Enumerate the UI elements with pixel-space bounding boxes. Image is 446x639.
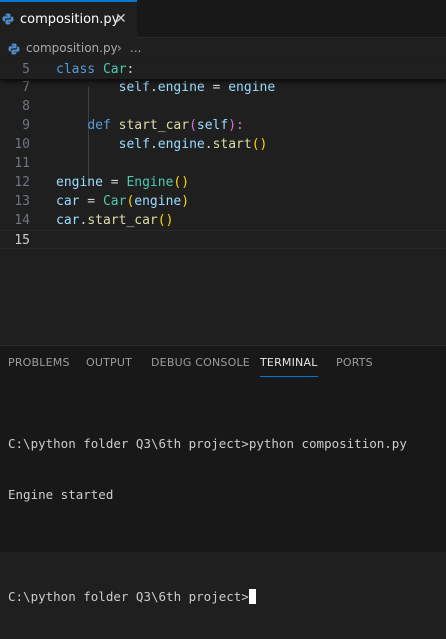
code-token: Engine (126, 175, 174, 190)
code-token: engine (56, 175, 103, 190)
code-token: engine (228, 80, 276, 95)
tab-ports[interactable]: PORTS (336, 356, 373, 369)
code-text: engine = Engine() (56, 173, 189, 192)
code-token: engine (157, 137, 205, 152)
code-line[interactable]: 11 (0, 154, 446, 173)
python-file-icon (2, 13, 14, 25)
code-token: = (102, 175, 127, 190)
code-text: car.start_car() (56, 211, 173, 230)
code-token: engine (134, 194, 182, 209)
python-file-icon (8, 43, 20, 55)
terminal-line: C:\python folder Q3\6th project>python c… (8, 436, 407, 451)
code-line[interactable]: 14 car.start_car() (0, 211, 446, 230)
tab-problems[interactable]: PROBLEMS (8, 356, 70, 369)
close-icon[interactable]: ✕ (115, 11, 127, 27)
panel-tabs: PROBLEMS OUTPUT DEBUG CONSOLE TERMINAL P… (0, 346, 446, 380)
code-token: = (79, 194, 103, 209)
terminal-prompt: C:\python folder Q3\6th project> (8, 589, 249, 604)
terminal-prompt-line: C:\python folder Q3\6th project> (8, 588, 407, 605)
tab-debug-console[interactable]: DEBUG CONSOLE (151, 356, 250, 369)
code-token: ): (228, 118, 244, 133)
terminal-line: Engine started (8, 487, 114, 502)
code-token: . (204, 137, 213, 152)
code-line[interactable]: 15 (0, 230, 446, 249)
tab-label: composition.py (20, 12, 120, 27)
code-token: car (56, 194, 80, 209)
code-text: self.engine.start() (56, 135, 268, 154)
terminal-cursor (248, 589, 256, 604)
code-token: start_car (87, 213, 158, 228)
code-token: . (149, 137, 158, 152)
editor-tab-bar: composition.py ✕ (0, 0, 446, 38)
code-token: () (173, 175, 190, 190)
code-token: car (56, 213, 80, 228)
code-token: ( (189, 118, 197, 133)
terminal-output[interactable]: C:\python folder Q3\6th project>python c… (8, 401, 407, 639)
code-token: engine (157, 80, 205, 95)
tab-terminal[interactable]: TERMINAL (260, 356, 318, 377)
line-number: 9 (22, 118, 30, 133)
code-line[interactable]: 7 self.engine = engine (0, 78, 446, 97)
code-token: . (149, 80, 158, 95)
code-token: self (196, 118, 229, 133)
code-token: self (118, 137, 150, 152)
code-line[interactable]: 10 self.engine.start() (0, 135, 446, 154)
sticky-scroll-line[interactable]: 5 class Car: (0, 60, 446, 79)
line-number: 8 (22, 99, 30, 114)
code-token: () (251, 137, 268, 152)
line-number: 12 (14, 175, 30, 190)
code-line[interactable]: 13 car = Car(engine) (0, 192, 446, 211)
tab-output[interactable]: OUTPUT (86, 356, 132, 369)
terminal-line: ​ (8, 537, 407, 554)
chevron-right-icon: › (117, 41, 122, 55)
line-number: 10 (14, 137, 30, 152)
line-number: 15 (14, 233, 30, 248)
code-line[interactable]: 12 engine = Engine() (0, 173, 446, 192)
code-token: ) (181, 194, 190, 209)
code-token: Car (102, 194, 127, 209)
line-number: 14 (14, 213, 30, 228)
code-text: class Car: (56, 60, 134, 79)
code-token: () (157, 213, 174, 228)
code-editor[interactable]: 5 class Car: 7 self.engine = engine 8 9 def … (0, 60, 446, 345)
code-text: car = Car(engine) (56, 192, 189, 211)
line-number: 11 (14, 156, 30, 171)
code-line[interactable]: 9 def start_car(self): (0, 116, 446, 135)
line-number: 5 (22, 62, 30, 77)
code-token: : (126, 62, 135, 77)
code-text: self.engine = engine (56, 78, 276, 97)
code-token: = (204, 80, 229, 95)
code-line[interactable]: 8 (0, 97, 446, 116)
code-token: Car (102, 62, 127, 77)
code-text: def start_car(self): (56, 116, 244, 135)
breadcrumb: composition.py › ... (0, 38, 446, 60)
bottom-panel: PROBLEMS OUTPUT DEBUG CONSOLE TERMINAL P… (0, 345, 446, 604)
line-number: 13 (14, 194, 30, 209)
code-token: class (56, 62, 103, 77)
breadcrumb-file[interactable]: composition.py (26, 41, 118, 55)
code-token: self (118, 80, 150, 95)
code-token: def (87, 118, 119, 133)
breadcrumb-symbols[interactable]: ... (130, 41, 141, 55)
tab-composition-py[interactable]: composition.py ✕ (0, 0, 137, 38)
line-number: 7 (22, 80, 30, 95)
code-token: start (212, 137, 252, 152)
code-token: start_car (118, 118, 190, 133)
